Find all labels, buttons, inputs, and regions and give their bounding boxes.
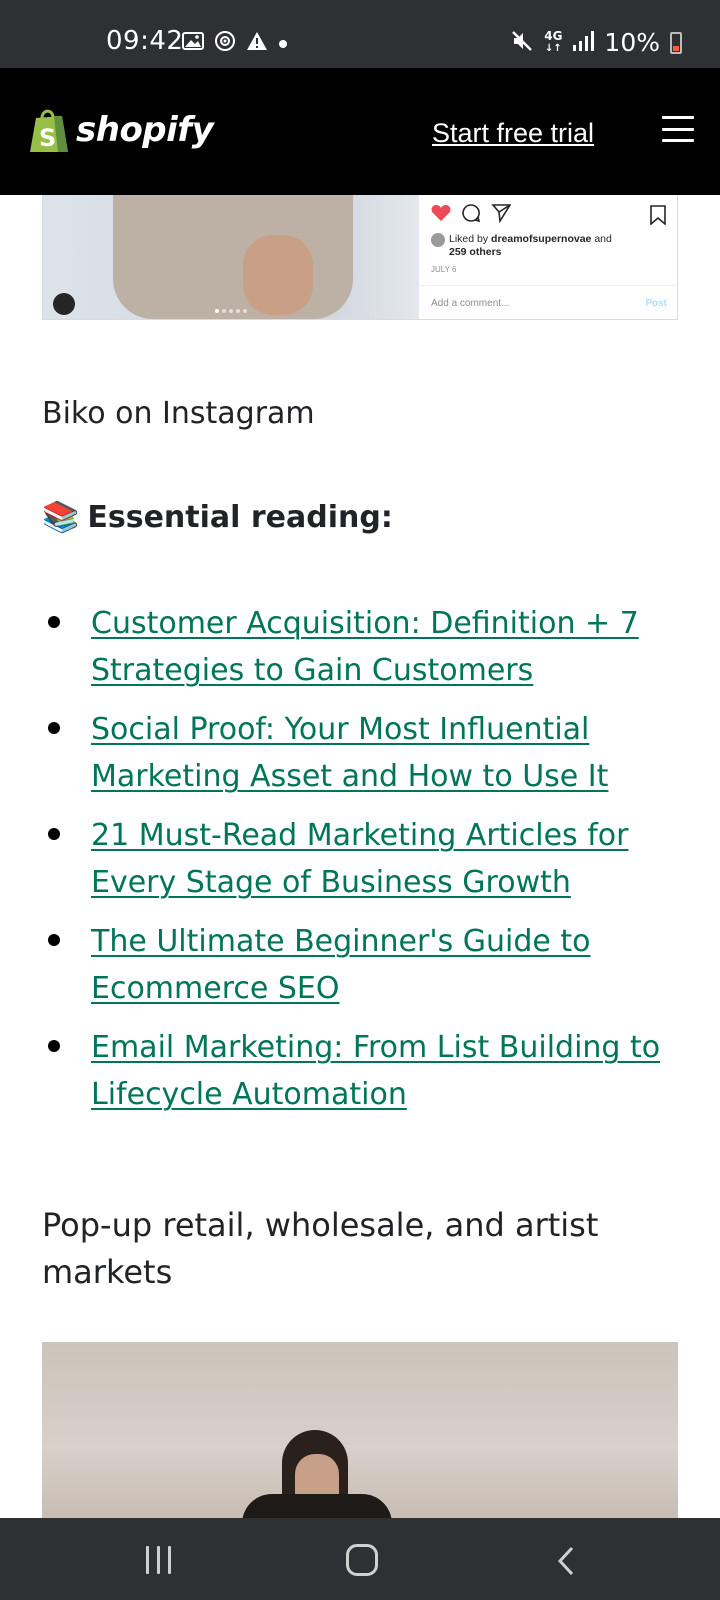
reading-link[interactable]: Email Marketing: From List Building to L…	[91, 1030, 660, 1112]
svg-text:S: S	[39, 124, 56, 152]
bullet-icon	[48, 828, 60, 840]
reading-link[interactable]: The Ultimate Beginner's Guide to Ecommer…	[91, 924, 590, 1006]
instagram-photo	[43, 195, 419, 319]
system-nav-bar	[0, 1518, 720, 1600]
status-system-icons: 4G ↓↑ 10%	[510, 28, 682, 57]
home-icon[interactable]	[346, 1544, 378, 1576]
status-bar: 09:42 4G ↓↑ 10%	[0, 0, 720, 68]
essential-reading-list: Customer Acquisition: Definition + 7 Str…	[42, 600, 682, 1130]
reading-link[interactable]: Customer Acquisition: Definition + 7 Str…	[91, 606, 639, 688]
bullet-icon	[48, 616, 60, 628]
recent-apps-icon[interactable]	[146, 1546, 171, 1574]
carousel-dots	[215, 309, 247, 313]
instagram-embed: Liked by dreamofsupernovae and 259 other…	[42, 195, 678, 320]
list-item: 21 Must-Read Marketing Articles for Ever…	[42, 812, 682, 906]
logo-text: shopify	[76, 110, 214, 150]
signal-icon	[572, 30, 595, 56]
section-heading: Pop-up retail, wholesale, and artist mar…	[42, 1206, 599, 1291]
essential-reading-heading: 📚 Essential reading:	[42, 500, 393, 535]
image-caption: Biko on Instagram	[42, 396, 315, 431]
shopify-logo[interactable]: S shopify	[28, 106, 214, 154]
bullet-icon	[48, 1040, 60, 1052]
heart-icon[interactable]	[431, 204, 451, 226]
reading-link[interactable]: Social Proof: Your Most Influential Mark…	[91, 712, 608, 794]
post-button[interactable]: Post	[645, 298, 667, 309]
battery-percent: 10%	[604, 28, 660, 57]
status-time: 09:42	[106, 26, 184, 56]
list-item: Email Marketing: From List Building to L…	[42, 1024, 682, 1118]
gallery-icon	[182, 31, 204, 55]
site-header: S shopify Start free trial	[0, 68, 720, 195]
article-image	[42, 1342, 678, 1518]
post-date: JULY 6	[431, 265, 457, 274]
instagram-actions	[431, 203, 512, 227]
essential-reading-title: Essential reading:	[87, 500, 393, 535]
status-notification-icons	[182, 30, 288, 56]
battery-icon	[670, 31, 682, 54]
shopify-bag-icon: S	[30, 109, 68, 152]
profile-icon[interactable]	[53, 293, 75, 315]
back-icon[interactable]	[556, 1546, 576, 1580]
reading-link[interactable]: 21 Must-Read Marketing Articles for Ever…	[91, 818, 628, 900]
comment-input[interactable]: Add a comment...	[431, 298, 509, 309]
list-item: Customer Acquisition: Definition + 7 Str…	[42, 600, 682, 694]
alert-icon	[246, 31, 268, 55]
list-item: The Ultimate Beginner's Guide to Ecommer…	[42, 918, 682, 1012]
bullet-icon	[48, 722, 60, 734]
bookmark-icon[interactable]	[649, 205, 667, 229]
instagram-sidebar: Liked by dreamofsupernovae and 259 other…	[419, 195, 677, 319]
dot-icon	[278, 34, 288, 53]
sync-icon	[214, 30, 236, 56]
comment-icon[interactable]	[461, 203, 481, 227]
hamburger-menu-icon[interactable]	[662, 116, 694, 142]
share-icon[interactable]	[491, 203, 512, 227]
likes-text: Liked by dreamofsupernovae and 259 other…	[431, 233, 612, 259]
list-item: Social Proof: Your Most Influential Mark…	[42, 706, 682, 800]
comment-bar: Add a comment... Post	[419, 285, 677, 319]
bullet-icon	[48, 934, 60, 946]
4g-icon: 4G ↓↑	[544, 29, 563, 54]
start-free-trial-link[interactable]: Start free trial	[432, 118, 594, 149]
books-icon: 📚	[42, 500, 80, 535]
liker-avatar	[431, 233, 445, 247]
mute-icon	[510, 29, 534, 57]
